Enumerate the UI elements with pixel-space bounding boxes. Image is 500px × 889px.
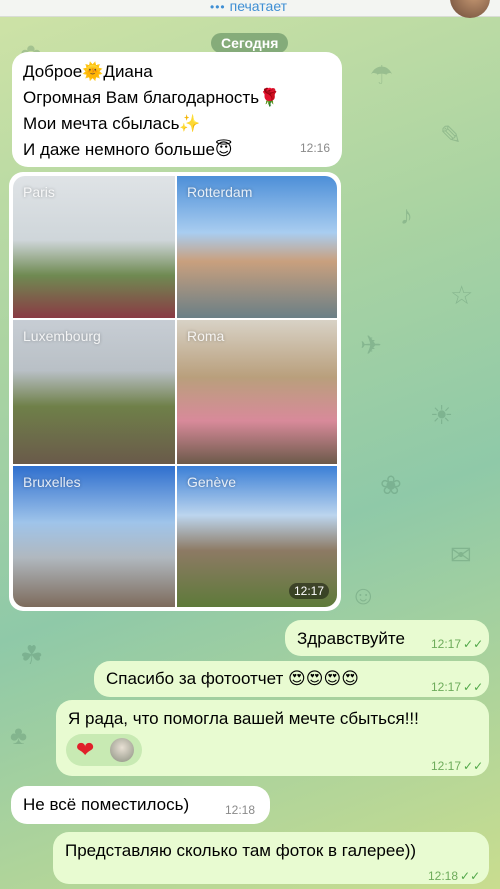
reaction-badge[interactable]: ❤ (66, 734, 142, 766)
message-time: 12:17 (288, 583, 329, 599)
read-check-icon: ✓✓ (463, 680, 484, 694)
photo-paris[interactable]: Paris (13, 176, 175, 318)
message-time: 12:18 (428, 869, 459, 883)
photo-luxembourg[interactable]: Luxembourg (13, 320, 175, 464)
chat-header: ••• печатает (0, 0, 500, 18)
message-text: Не всё поместилось) (23, 795, 190, 814)
contact-avatar[interactable] (450, 0, 490, 18)
read-check-icon: ✓✓ (463, 637, 484, 651)
outgoing-message[interactable]: Здравствуйте 12:17 ✓✓ (285, 620, 489, 656)
message-text: Представляю сколько там фоток в галерее)… (65, 841, 417, 860)
read-check-icon: ✓✓ (460, 869, 481, 883)
message-line: Огромная Вам благодарность🌹 (23, 88, 281, 107)
incoming-message[interactable]: Не всё поместилось) 12:18 (11, 786, 270, 824)
photo-album[interactable]: Paris Rotterdam Luxembourg Roma Bruxelle… (9, 172, 341, 611)
outgoing-message[interactable]: Представляю сколько там фоток в галерее)… (53, 832, 489, 884)
typing-indicator: ••• печатает (210, 0, 287, 14)
date-separator: Сегодня (211, 33, 289, 53)
message-line: Мои мечта сбылась✨ (23, 114, 201, 133)
read-check-icon: ✓✓ (463, 759, 484, 773)
photo-caption: Luxembourg (23, 328, 101, 344)
photo-caption: Bruxelles (23, 474, 81, 490)
message-time: 12:17 (431, 759, 462, 773)
message-text: Здравствуйте (297, 629, 405, 648)
message-text: Я рада, что помогла вашей мечте сбыться!… (68, 709, 419, 728)
outgoing-message[interactable]: Я рада, что помогла вашей мечте сбыться!… (56, 700, 489, 776)
message-time: 12:18 (225, 803, 256, 817)
typing-status: печатает (229, 0, 288, 14)
photo-bruxelles[interactable]: Bruxelles (13, 466, 175, 607)
photo-caption: Genève (187, 474, 237, 490)
message-time: 12:17 (431, 637, 462, 651)
photo-roma[interactable]: Roma (177, 320, 337, 464)
reactor-avatar (110, 738, 134, 762)
photo-caption: Paris (23, 184, 55, 200)
message-line: И даже немного больше😇 (23, 140, 233, 159)
incoming-message[interactable]: Доброе🌞Диана Огромная Вам благодарность🌹… (12, 52, 342, 167)
outgoing-message[interactable]: Спасибо за фотоотчет 😍😍😍😍 12:17 ✓✓ (94, 661, 489, 697)
message-text: Спасибо за фотоотчет 😍😍😍😍 (106, 669, 359, 688)
heart-icon: ❤ (76, 737, 95, 762)
photo-rotterdam[interactable]: Rotterdam (177, 176, 337, 318)
photo-caption: Rotterdam (187, 184, 253, 200)
photo-caption: Roma (187, 328, 225, 344)
message-time: 12:16 (299, 141, 330, 155)
message-line: Доброе🌞Диана (23, 62, 153, 81)
typing-dots-icon: ••• (210, 0, 226, 14)
message-time: 12:17 (431, 680, 462, 694)
